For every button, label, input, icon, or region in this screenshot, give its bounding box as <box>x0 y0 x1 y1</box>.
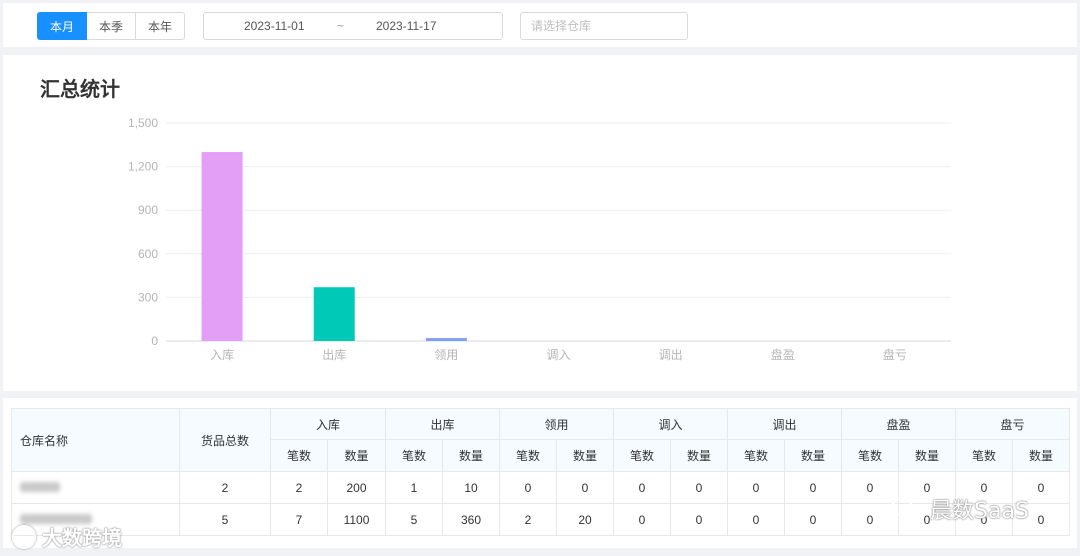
wechat-icon <box>891 498 921 520</box>
date-separator: ~ <box>337 19 345 33</box>
x-tick-label: 盘盈 <box>771 347 795 362</box>
quantity-cell: 0 <box>784 503 842 536</box>
col-group: 入库 <box>270 408 386 440</box>
warehouse-select-input[interactable] <box>521 13 687 39</box>
filter-toolbar: 本月 本季 本年 2023-11-01 ~ 2023-11-17 <box>3 3 1077 47</box>
period-this-quarter-button[interactable]: 本季 <box>86 12 136 40</box>
watermark-right-text: 晨数SaaS <box>930 499 1029 524</box>
col-count: 笔数 <box>955 439 1013 472</box>
y-tick-label: 0 <box>151 334 158 348</box>
col-group: 调出 <box>727 408 842 440</box>
quantity-cell: 0 <box>784 471 842 504</box>
watermark-right: 晨数SaaS <box>890 493 1029 525</box>
col-group: 调入 <box>613 408 728 440</box>
col-quantity: 数量 <box>327 439 386 472</box>
col-group: 盘亏 <box>955 408 1070 440</box>
col-quantity: 数量 <box>442 439 500 472</box>
col-quantity: 数量 <box>898 439 956 472</box>
summary-panel: 0 300 600 900 1,200 1,500 入库 出库 领用 调入 调出 盘盈 盘亏 汇总统计 <box>3 55 1077 391</box>
total-goods-cell: 2 <box>179 471 271 504</box>
col-count: 笔数 <box>270 439 328 472</box>
y-tick-label: 1,500 <box>128 116 158 130</box>
x-tick-label: 领用 <box>434 348 458 362</box>
period-this-year-button[interactable]: 本年 <box>135 12 185 40</box>
col-count: 笔数 <box>841 439 899 472</box>
period-selector: 本月 本季 本年 <box>37 12 185 40</box>
count-cell: 2 <box>270 471 328 504</box>
x-tick-label: 盘亏 <box>883 347 907 362</box>
summary-title: 汇总统计 <box>40 77 120 101</box>
quantity-cell: 1100 <box>327 503 386 536</box>
count-cell: 2 <box>499 503 557 536</box>
stats-table-panel: 仓库名称 货品总数 入库 出库 领用 调入 调出 盘盈 盘亏 笔数 数量 笔数 数量笔… <box>3 398 1077 548</box>
start-date[interactable]: 2023-11-01 <box>244 19 305 33</box>
count-cell: 0 <box>727 503 785 536</box>
end-date[interactable]: 2023-11-17 <box>376 19 437 33</box>
y-tick-label: 900 <box>138 203 158 217</box>
count-cell: 0 <box>499 471 557 504</box>
total-goods-cell: 5 <box>179 503 271 536</box>
col-count: 笔数 <box>385 439 443 472</box>
col-quantity: 数量 <box>556 439 614 472</box>
col-warehouse-name: 仓库名称 <box>11 408 180 472</box>
y-tick-label: 600 <box>138 247 158 261</box>
x-tick-label: 调出 <box>659 348 683 362</box>
quantity-cell: 0 <box>670 471 728 504</box>
col-group: 领用 <box>499 408 614 440</box>
date-range-picker[interactable]: 2023-11-01 ~ 2023-11-17 <box>203 12 503 40</box>
count-cell: 0 <box>613 471 671 504</box>
col-quantity: 数量 <box>1012 439 1070 472</box>
watermark-left: 大数跨境 <box>12 522 122 551</box>
summary-bar-chart: 0 300 600 900 1,200 1,500 入库 出库 领用 调入 调出 盘盈 盘亏 <box>128 116 951 362</box>
quantity-cell: 200 <box>327 471 386 504</box>
warehouse-select[interactable] <box>520 12 688 40</box>
quantity-cell: 360 <box>442 503 500 536</box>
watermark-logo-icon <box>12 524 36 549</box>
col-count: 笔数 <box>613 439 671 472</box>
col-count: 笔数 <box>499 439 557 472</box>
bar <box>425 338 467 341</box>
count-cell: 0 <box>613 503 671 536</box>
col-quantity: 数量 <box>670 439 728 472</box>
quantity-cell: 0 <box>670 503 728 536</box>
warehouse-name-cell <box>11 471 180 504</box>
quantity-cell: 10 <box>442 471 500 504</box>
col-count: 笔数 <box>727 439 785 472</box>
quantity-cell: 20 <box>556 503 614 536</box>
count-cell: 7 <box>270 503 328 536</box>
x-tick-label: 调入 <box>546 348 570 362</box>
bar <box>313 287 355 341</box>
period-this-month-button[interactable]: 本月 <box>37 12 87 40</box>
redacted-warehouse-name <box>20 481 60 492</box>
count-cell: 0 <box>727 471 785 504</box>
y-tick-label: 300 <box>138 290 158 304</box>
quantity-cell: 0 <box>556 471 614 504</box>
count-cell: 5 <box>385 503 443 536</box>
count-cell: 1 <box>385 471 443 504</box>
y-tick-label: 1,200 <box>128 160 158 174</box>
col-total-goods: 货品总数 <box>179 408 271 472</box>
col-group: 出库 <box>385 408 500 440</box>
col-group: 盘盈 <box>841 408 956 440</box>
watermark-left-text: 大数跨境 <box>42 526 122 550</box>
x-tick-label: 出库 <box>322 347 346 362</box>
bar <box>201 152 243 341</box>
x-tick-label: 入库 <box>210 347 234 362</box>
col-quantity: 数量 <box>784 439 842 472</box>
